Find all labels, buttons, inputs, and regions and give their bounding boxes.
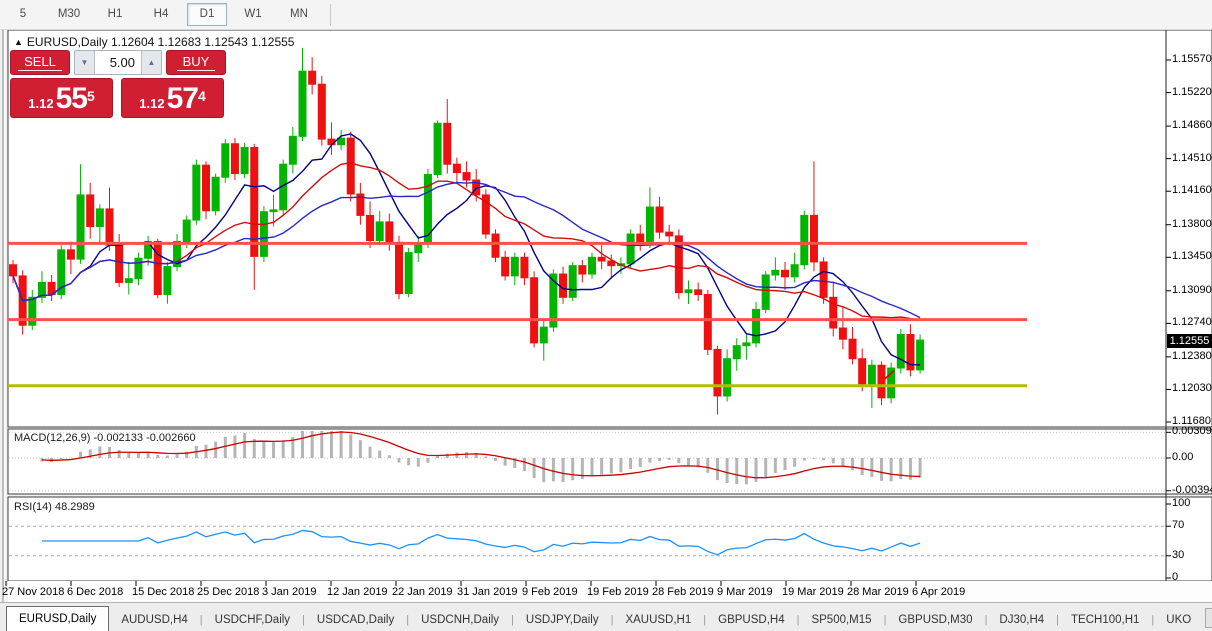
rsi-axis-label: 0 [1172,571,1179,583]
price-axis-label: 1.13800 [1172,217,1212,230]
sell-price-pip: 5 [86,88,95,104]
chart-tab-eurusd[interactable]: EURUSD,Daily [6,606,110,631]
date-axis-label: 28 Feb 2019 [652,586,714,598]
rsi-axis-label: 70 [1172,519,1185,532]
sell-price-box[interactable]: 1.12 55 5 [10,78,113,118]
date-axis-label: 22 Jan 2019 [392,586,453,598]
chart-tab-audusd[interactable]: AUDUSD,H4 [109,609,199,631]
timeframe-toolbar: 5 M30 H1 H4 D1 W1 MN [0,0,1212,30]
volume-stepper: ▼ 5.00 ▲ [74,50,162,75]
rsi-axis-label: 100 [1172,497,1191,509]
date-axis-label: 19 Feb 2019 [587,586,649,598]
chart-tab-uko[interactable]: UKO [1154,609,1203,631]
sell-price-main: 55 [55,82,88,115]
toolbar-separator [330,3,331,26]
volume-decrease-button[interactable]: ▼ [75,51,94,74]
chart-tab-gbpusd[interactable]: GBPUSD,M30 [886,609,984,631]
date-axis-label: 12 Jan 2019 [327,586,388,598]
chart-window: ▲ EURUSD,Daily 1.12604 1.12683 1.12543 1.… [0,30,1212,602]
buy-button-label: BUY [176,54,216,71]
volume-increase-button[interactable]: ▲ [142,51,161,74]
volume-input[interactable]: 5.00 [94,51,142,74]
chart-ohlc-values: 1.12604 1.12683 1.12543 1.12555 [110,35,295,49]
timeframe-button-m30[interactable]: M30 [49,3,89,26]
chart-title: ▲ EURUSD,Daily 1.12604 1.12683 1.12543 1.… [14,35,294,49]
timeframe-button-d1[interactable]: D1 [187,3,227,26]
price-axis-label: 1.12380 [1172,349,1212,362]
rsi-indicator-label: RSI(14) 48.2989 [14,501,95,513]
rsi-panel-background [7,496,1212,582]
chart-tab-bar: EURUSD,Daily AUDUSD,H4 | USDCHF,Daily | USDCA… [0,602,1212,631]
buy-price-pip: 4 [197,88,206,104]
date-axis-label: 9 Mar 2019 [717,586,773,598]
price-axis-label: 1.15570 [1172,53,1212,65]
one-click-trading-panel: SELL ▼ 5.00 ▲ BUY 1.12 55 5 1.12 57 4 [10,50,226,118]
price-axis-label: 1.14510 [1172,151,1212,164]
chart-tab-usdcad[interactable]: USDCAD,Daily [305,609,406,631]
chart-tab-usdcnh[interactable]: USDCNH,Daily [409,609,511,631]
sell-price-prefix: 1.12 [28,96,54,111]
date-axis-label: 28 Mar 2019 [847,586,909,598]
buy-price-main: 57 [166,82,199,115]
price-axis-label: 1.13090 [1172,283,1212,296]
date-axis-label: 25 Dec 2018 [197,586,260,598]
date-axis-label: 31 Jan 2019 [457,586,518,598]
timeframe-button-h1[interactable]: H1 [95,3,135,26]
macd-axis-label: 0.00 [1172,451,1194,463]
price-axis-label: 1.12030 [1172,382,1212,395]
chart-tab-usdchf[interactable]: USDCHF,Daily [203,609,302,631]
chart-tab-tech100[interactable]: TECH100,H1 [1059,609,1151,631]
date-axis-label: 6 Dec 2018 [67,586,124,598]
timeframe-button-5[interactable]: 5 [3,3,43,26]
date-axis-label: 19 Mar 2019 [782,586,844,598]
macd-axis-label: 0.003095 [1172,425,1212,438]
chart-tab-usdjpy[interactable]: USDJPY,Daily [514,609,611,631]
timeframe-button-mn[interactable]: MN [279,3,319,26]
price-axis-label: 1.15220 [1172,85,1212,98]
chart-tab-sp500[interactable]: SP500,M15 [799,609,883,631]
date-axis-label: 3 Jan 2019 [262,586,317,598]
sell-button[interactable]: SELL [10,50,70,75]
rsi-axis-label: 30 [1172,548,1185,561]
date-axis-label: 15 Dec 2018 [132,586,195,598]
current-price-tag: 1.12555 [1167,333,1212,348]
tab-scroll-controls: ◂▸ [1203,608,1212,631]
chart-tab-xauusd[interactable]: XAUUSD,H1 [613,609,703,631]
timeframe-button-h4[interactable]: H4 [141,3,181,26]
buy-button[interactable]: BUY [166,50,226,75]
macd-indicator-label: MACD(12,26,9) -0.002133 -0.002660 [14,432,196,444]
date-axis-label: 9 Feb 2019 [522,586,578,598]
chart-tab-gbpusd[interactable]: GBPUSD,H4 [706,609,796,631]
buy-price-box[interactable]: 1.12 57 4 [121,78,224,118]
chart-tab-dj30[interactable]: DJ30,H4 [987,609,1056,631]
tab-scroll-left-button[interactable]: ◂ [1205,608,1212,628]
macd-axis-label: -0.003947 [1172,483,1212,496]
price-axis-label: 1.14160 [1172,184,1212,197]
collapse-triangle-icon[interactable]: ▲ [14,37,23,47]
buy-price-prefix: 1.12 [139,96,165,111]
price-axis-label: 1.14860 [1172,119,1212,132]
date-axis-label: 27 Nov 2018 [2,586,65,598]
chart-symbol-label: EURUSD,Daily [26,35,108,49]
timeframe-button-w1[interactable]: W1 [233,3,273,26]
date-axis-label: 6 Apr 2019 [912,586,966,598]
sell-button-label: SELL [18,54,62,71]
price-axis-label: 1.13450 [1172,250,1212,263]
price-axis-label: 1.12740 [1172,316,1212,329]
